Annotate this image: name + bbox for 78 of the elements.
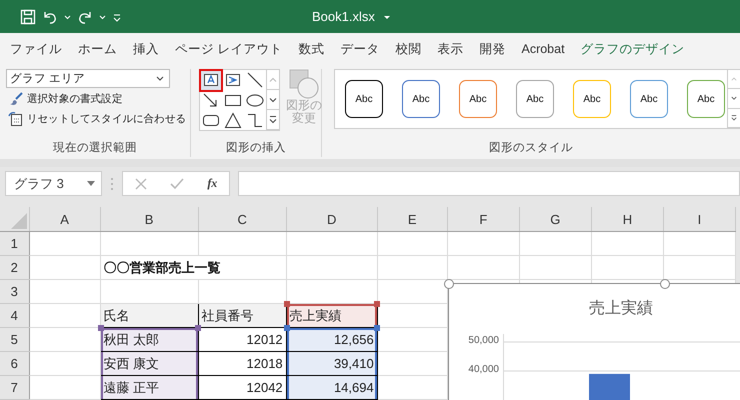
grip-icon [110,176,114,190]
row-header[interactable]: 4 [0,304,30,328]
chart-title[interactable]: 売上実績 [589,298,653,319]
row-header[interactable]: 3 [0,280,30,304]
paintbrush-icon [8,91,24,107]
caret-icon [156,76,164,82]
group-label: 図形のスタイル [488,141,574,156]
shape-style-swatch[interactable]: Abc [630,80,668,118]
table-cell: 12,656 [286,328,378,352]
save-icon[interactable] [20,8,36,24]
column-header[interactable]: D [286,207,378,232]
shape-style-swatch[interactable]: Abc [402,80,440,118]
line-icon[interactable] [245,71,265,90]
ribbon-tab[interactable]: 挿入 [133,40,159,58]
column-header[interactable]: I [663,207,736,232]
axis-label: 50,000 [468,335,499,346]
table-cell: 12018 [198,352,286,376]
ribbon-tab[interactable]: 校閲 [395,40,422,58]
table-cell: 氏名 [100,304,198,328]
table-cell: 社員番号 [198,304,286,328]
ribbon-tab[interactable]: データ [340,40,380,58]
bar [589,374,630,400]
table-cell: 〇〇営業部売上一覧 [100,256,286,280]
formula-input[interactable] [238,171,740,196]
ribbon-tab[interactable]: 数式 [298,40,324,58]
selection-handle[interactable] [374,325,380,331]
resize-handle[interactable] [660,279,670,289]
table-cell: 売上実績 [286,304,378,328]
column-header[interactable]: E [377,207,448,232]
column-header[interactable]: C [198,207,286,232]
group-label: 現在の選択範囲 [52,140,138,156]
table-cell: 12042 [198,376,286,400]
insert-function-button[interactable]: fx [207,176,218,191]
row-header[interactable]: 5 [0,328,30,352]
ribbon-tab[interactable]: ホーム [78,40,117,58]
enter-check-icon[interactable] [170,178,184,190]
window-title: Book1.xlsx [312,9,375,24]
ribbon-tab[interactable]: 表示 [437,40,464,58]
column-header[interactable]: G [519,207,592,232]
ribbon-tab[interactable]: 開発 [479,40,506,58]
axis-label: 40,000 [468,364,499,375]
name-box[interactable]: グラフ 3 [5,171,102,196]
column-header[interactable]: B [100,207,198,232]
row-header[interactable]: 2 [0,256,30,280]
table-cell: 39,410 [286,352,378,376]
selection-handle[interactable] [98,325,104,331]
selection-handle[interactable] [374,301,380,307]
column-header[interactable]: F [447,207,520,232]
row-header[interactable]: 1 [0,232,30,256]
table-cell: 遠藤 正平 [100,376,198,400]
elbow-connector-icon[interactable] [245,111,265,130]
table-cell: 安西 康文 [100,352,198,376]
row-header[interactable]: 6 [0,352,30,376]
shape-style-swatch[interactable]: Abc [687,80,725,118]
table-cell: 14,694 [286,376,378,400]
table-cell: 秋田 太郎 [100,328,198,352]
column-header[interactable]: H [591,207,664,232]
reset-style-button[interactable]: リセットしてスタイルに合わせる [6,110,188,128]
shapes-icon [289,69,319,99]
caret-icon [87,180,95,186]
chart-element-dropdown[interactable]: グラフ エリア [6,69,170,88]
triangle-icon[interactable] [223,111,243,130]
text-box-icon[interactable] [201,71,221,90]
shape-style-swatch[interactable]: Abc [345,80,383,118]
ribbon-tab[interactable]: ファイル [10,40,62,58]
selection-handle[interactable] [284,325,290,331]
column-header[interactable]: A [29,207,100,232]
row-header[interactable]: 7 [0,376,30,400]
ribbon-tab[interactable]: グラフのデザイン [580,40,685,58]
selection-handle[interactable] [194,325,201,331]
shape-style-swatch[interactable]: Abc [573,80,611,118]
format-selection-button[interactable]: 選択対象の書式設定 [6,90,124,108]
ribbon-tab[interactable]: ページ レイアウト [175,40,282,58]
reset-icon [8,111,24,127]
shape-style-swatch[interactable]: Abc [459,80,497,118]
shape-style-swatch[interactable]: Abc [516,80,554,118]
ribbon-tab[interactable]: Acrobat [521,42,565,56]
group-label: 図形の挿入 [225,140,287,156]
